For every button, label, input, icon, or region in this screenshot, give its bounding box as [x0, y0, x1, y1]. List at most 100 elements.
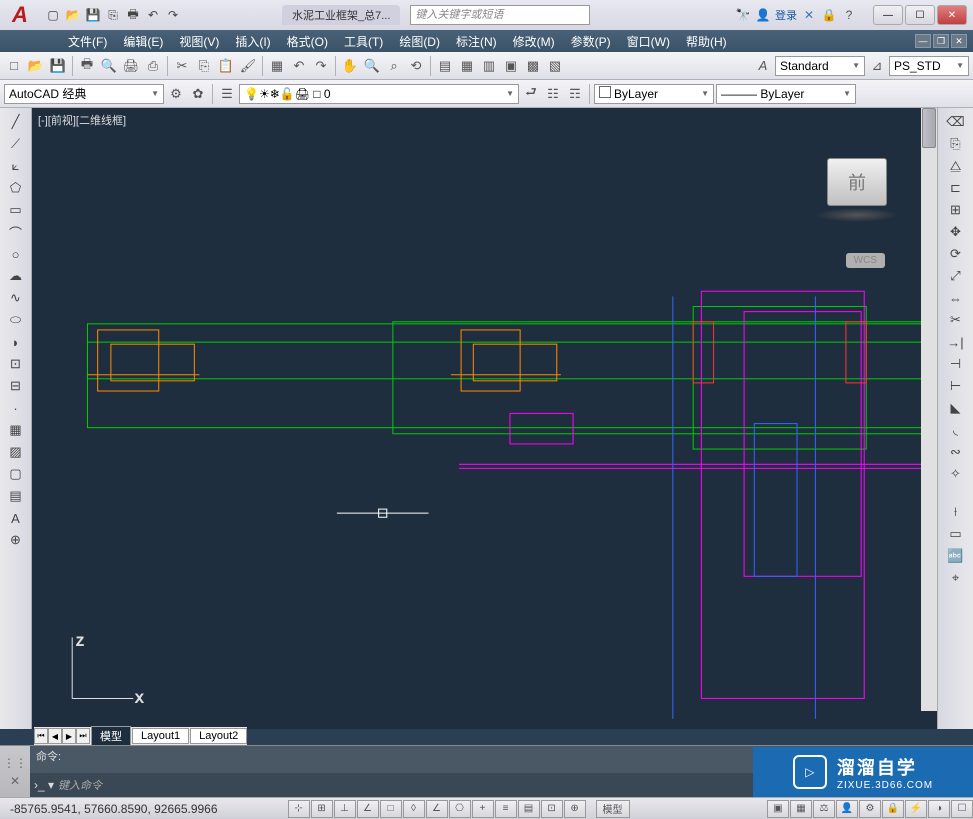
- qselect-icon[interactable]: ⌖: [944, 568, 968, 588]
- redo-icon[interactable]: ↷: [164, 6, 182, 24]
- area-icon[interactable]: ▭: [944, 524, 968, 544]
- layer-state-icon[interactable]: ☷: [543, 84, 563, 104]
- join-icon[interactable]: ⊢: [944, 376, 968, 396]
- table-icon[interactable]: ▤: [4, 486, 28, 506]
- undo-btn-icon[interactable]: ↶: [289, 56, 309, 76]
- exchange-icon[interactable]: ✕: [801, 7, 817, 23]
- menu-modify[interactable]: 修改(M): [505, 33, 563, 50]
- help-icon[interactable]: ?: [841, 7, 857, 23]
- layer-combo[interactable]: 💡☀❄🔓🖨 □ 0▼: [239, 84, 519, 104]
- array-icon[interactable]: ⊞: [944, 200, 968, 220]
- tab-layout1[interactable]: Layout1: [132, 728, 189, 744]
- menu-draw[interactable]: 绘图(D): [391, 33, 448, 50]
- mdi-minimize[interactable]: —: [915, 34, 931, 48]
- revcloud-icon[interactable]: ☁: [4, 266, 28, 286]
- tab-layout2[interactable]: Layout2: [190, 728, 247, 744]
- erase-icon[interactable]: ⌫: [944, 112, 968, 132]
- undo-icon[interactable]: ↶: [144, 6, 162, 24]
- dyn-icon[interactable]: +: [472, 800, 494, 818]
- menu-help[interactable]: 帮助(H): [678, 33, 735, 50]
- rectangle-icon[interactable]: ▭: [4, 200, 28, 220]
- insert-block-icon[interactable]: ⊡: [4, 354, 28, 374]
- region-icon[interactable]: ▢: [4, 464, 28, 484]
- tool-palette-icon[interactable]: ▥: [479, 56, 499, 76]
- ellipse-arc-icon[interactable]: ◗: [4, 332, 28, 352]
- rotate-icon[interactable]: ⟳: [944, 244, 968, 264]
- search-input[interactable]: 键入关键字或短语: [410, 5, 590, 25]
- linetype-combo[interactable]: ——— ByLayer▼: [716, 84, 856, 104]
- layer-iso-icon[interactable]: ☶: [565, 84, 585, 104]
- search-icon[interactable]: 🔭: [735, 7, 751, 23]
- zoom-prev-icon[interactable]: ⟲: [406, 56, 426, 76]
- toolbar-lock-icon[interactable]: 🔒: [882, 800, 904, 818]
- clean-screen-icon[interactable]: ☐: [951, 800, 973, 818]
- menu-format[interactable]: 格式(O): [279, 33, 336, 50]
- command-handle[interactable]: ⋮⋮ ✕: [0, 746, 30, 797]
- minimize-button[interactable]: —: [873, 5, 903, 25]
- sheetset-icon[interactable]: ▣: [501, 56, 521, 76]
- saveas-icon[interactable]: ⎘: [104, 6, 122, 24]
- model-space-button[interactable]: 模型: [596, 800, 630, 818]
- close-button[interactable]: ✕: [937, 5, 967, 25]
- copy-obj-icon[interactable]: ⎘: [944, 134, 968, 154]
- match-icon[interactable]: 🖌: [238, 56, 258, 76]
- spline-icon[interactable]: ∿: [4, 288, 28, 308]
- chamfer-icon[interactable]: ◣: [944, 398, 968, 418]
- zoom-rt-icon[interactable]: 🔍: [362, 56, 382, 76]
- tpy-icon[interactable]: ▤: [518, 800, 540, 818]
- viewport-label[interactable]: [-][前视][二维线框]: [38, 112, 126, 128]
- polyline-icon[interactable]: ⟀: [4, 156, 28, 176]
- stretch-icon[interactable]: ⇔: [944, 288, 968, 308]
- tab-first-icon[interactable]: ⏮: [34, 728, 48, 744]
- polar-icon[interactable]: ∠: [357, 800, 379, 818]
- scale-icon[interactable]: ⤢: [944, 266, 968, 286]
- addselected-icon[interactable]: ⊕: [4, 530, 28, 550]
- dim-style-icon[interactable]: ⊿: [867, 56, 887, 76]
- color-combo[interactable]: ByLayer▼: [594, 84, 714, 104]
- ortho-icon[interactable]: ⊥: [334, 800, 356, 818]
- zoom-win-icon[interactable]: ⌕: [384, 56, 404, 76]
- paste-icon[interactable]: 📋: [216, 56, 236, 76]
- osnap-icon[interactable]: □: [380, 800, 402, 818]
- mdi-restore[interactable]: ❐: [933, 34, 949, 48]
- text-style-icon[interactable]: A: [753, 56, 773, 76]
- open-file-icon[interactable]: 📂: [26, 56, 46, 76]
- xline-icon[interactable]: ⟋: [4, 134, 28, 154]
- polygon-icon[interactable]: ⬠: [4, 178, 28, 198]
- gradient-icon[interactable]: ▨: [4, 442, 28, 462]
- redo-btn-icon[interactable]: ↷: [311, 56, 331, 76]
- new-file-icon[interactable]: □: [4, 56, 24, 76]
- 3dosnap-icon[interactable]: ◊: [403, 800, 425, 818]
- menu-tools[interactable]: 工具(T): [336, 33, 391, 50]
- markup-icon[interactable]: ▩: [523, 56, 543, 76]
- drawing-canvas[interactable]: [-][前视][二维线框]: [32, 108, 937, 729]
- blend-icon[interactable]: ∾: [944, 442, 968, 462]
- text-find-icon[interactable]: 🔤: [944, 546, 968, 566]
- copy-icon[interactable]: ⎘: [194, 56, 214, 76]
- explode-icon[interactable]: ✧: [944, 464, 968, 484]
- app-logo[interactable]: A: [0, 0, 40, 30]
- menu-window[interactable]: 窗口(W): [619, 33, 678, 50]
- quickview-drawings-icon[interactable]: ▦: [790, 800, 812, 818]
- ellipse-icon[interactable]: ⬭: [4, 310, 28, 330]
- move-icon[interactable]: ✥: [944, 222, 968, 242]
- properties-icon[interactable]: ▤: [435, 56, 455, 76]
- tab-last-icon[interactable]: ⏭: [76, 728, 90, 744]
- wcs-badge[interactable]: WCS: [846, 253, 885, 268]
- save-file-icon[interactable]: 💾: [48, 56, 68, 76]
- tab-model[interactable]: 模型: [91, 726, 131, 746]
- offset-icon[interactable]: ⊏: [944, 178, 968, 198]
- otrack-icon[interactable]: ∠: [426, 800, 448, 818]
- make-block-icon[interactable]: ⊟: [4, 376, 28, 396]
- scrollbar-vertical[interactable]: [921, 108, 937, 711]
- cut-icon[interactable]: ✂: [172, 56, 192, 76]
- quickcalc-icon[interactable]: ▧: [545, 56, 565, 76]
- isolate-icon[interactable]: ◑: [928, 800, 950, 818]
- hatch-icon[interactable]: ▦: [4, 420, 28, 440]
- tab-prev-icon[interactable]: ◀: [48, 728, 62, 744]
- 3dprint-icon[interactable]: ⎙: [143, 56, 163, 76]
- fillet-icon[interactable]: ◟: [944, 420, 968, 440]
- line-icon[interactable]: ╱: [4, 112, 28, 132]
- print-icon[interactable]: 🖶: [124, 6, 142, 24]
- ducs-icon[interactable]: ⎔: [449, 800, 471, 818]
